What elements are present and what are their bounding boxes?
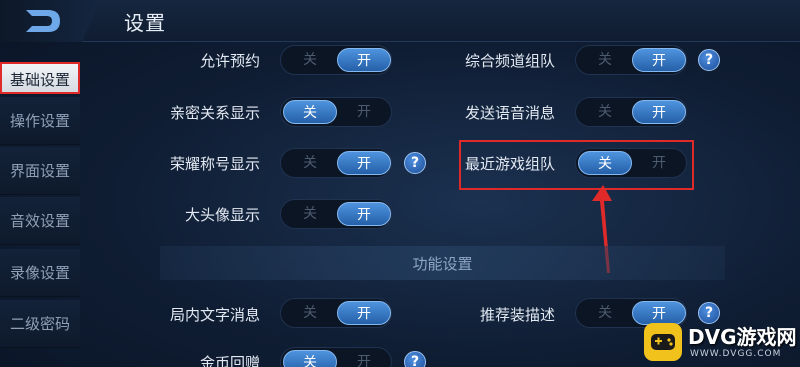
setting-label-honor-title: 荣耀称号显示: [169, 155, 260, 173]
toggle-off-option[interactable]: 关: [283, 48, 337, 72]
setting-label-big-avatar: 大头像显示: [184, 206, 260, 224]
header-bar: 设置: [0, 0, 800, 42]
watermark-text: DVG游戏网: [688, 325, 797, 349]
toggle-intimate-display[interactable]: 关 开: [280, 97, 392, 127]
setting-label-recommend-desc: 推荐装描述: [479, 306, 555, 324]
watermark-url: WWW.DVGG.COM: [690, 349, 782, 359]
setting-label-in-game-text: 局内文字消息: [169, 306, 260, 324]
toggle-on-option[interactable]: 开: [632, 100, 686, 124]
sidebar-item-interface[interactable]: 界面设置: [0, 147, 80, 195]
back-button[interactable]: [0, 0, 100, 42]
sidebar-item-replay[interactable]: 录像设置: [0, 249, 80, 297]
sidebar-item-controls[interactable]: 操作设置: [0, 97, 80, 145]
setting-label-allow-booking: 允许预约: [199, 52, 260, 70]
toggle-on-option[interactable]: 开: [632, 48, 686, 72]
watermark: DVG游戏网 WWW.DVGG.COM: [636, 315, 800, 367]
toggle-honor-title[interactable]: 关 开: [280, 148, 392, 178]
section-title: 功能设置: [412, 255, 473, 273]
toggle-on-option[interactable]: 开: [337, 100, 391, 124]
toggle-off-option[interactable]: 关: [283, 100, 337, 124]
toggle-on-option[interactable]: 开: [337, 350, 391, 367]
back-logo-icon: [26, 10, 60, 32]
toggle-send-voice[interactable]: 关 开: [575, 97, 687, 127]
toggle-on-option[interactable]: 开: [337, 48, 391, 72]
toggle-off-option[interactable]: 关: [283, 350, 337, 367]
toggle-gold-gift[interactable]: 关 开: [280, 347, 392, 367]
setting-label-channel-team: 综合频道组队: [464, 52, 555, 70]
sidebar-item-basic[interactable]: 基础设置: [0, 62, 80, 94]
toggle-big-avatar[interactable]: 关 开: [280, 199, 392, 229]
toggle-off-option[interactable]: 关: [283, 151, 337, 175]
toggle-on-option[interactable]: 开: [337, 151, 391, 175]
toggle-off-option[interactable]: 关: [578, 100, 632, 124]
sidebar-item-audio[interactable]: 音效设置: [0, 197, 80, 245]
setting-label-gold-gift: 金币回赠: [199, 354, 260, 367]
toggle-off-option[interactable]: 关: [283, 202, 337, 226]
toggle-off-option[interactable]: 关: [578, 48, 632, 72]
toggle-on-option[interactable]: 开: [337, 202, 391, 226]
gamepad-logo-icon: [644, 323, 682, 361]
setting-label-send-voice: 发送语音消息: [464, 104, 555, 122]
help-icon[interactable]: ?: [404, 351, 426, 367]
highlight-box: [459, 140, 694, 190]
toggle-on-option[interactable]: 开: [337, 301, 391, 325]
sidebar: 基础设置 操作设置 界面设置 音效设置 录像设置 二级密码: [0, 52, 80, 367]
help-icon[interactable]: ?: [404, 152, 426, 174]
toggle-off-option[interactable]: 关: [283, 301, 337, 325]
section-header-functions: 功能设置: [160, 246, 725, 280]
page-title: 设置: [124, 11, 166, 35]
sidebar-item-secondary-password[interactable]: 二级密码: [0, 300, 80, 348]
help-icon[interactable]: ?: [698, 49, 720, 71]
toggle-channel-team[interactable]: 关 开: [575, 45, 687, 75]
toggle-off-option[interactable]: 关: [578, 301, 632, 325]
setting-label-intimate-display: 亲密关系显示: [169, 104, 260, 122]
toggle-allow-booking[interactable]: 关 开: [280, 45, 392, 75]
toggle-in-game-text[interactable]: 关 开: [280, 298, 392, 328]
